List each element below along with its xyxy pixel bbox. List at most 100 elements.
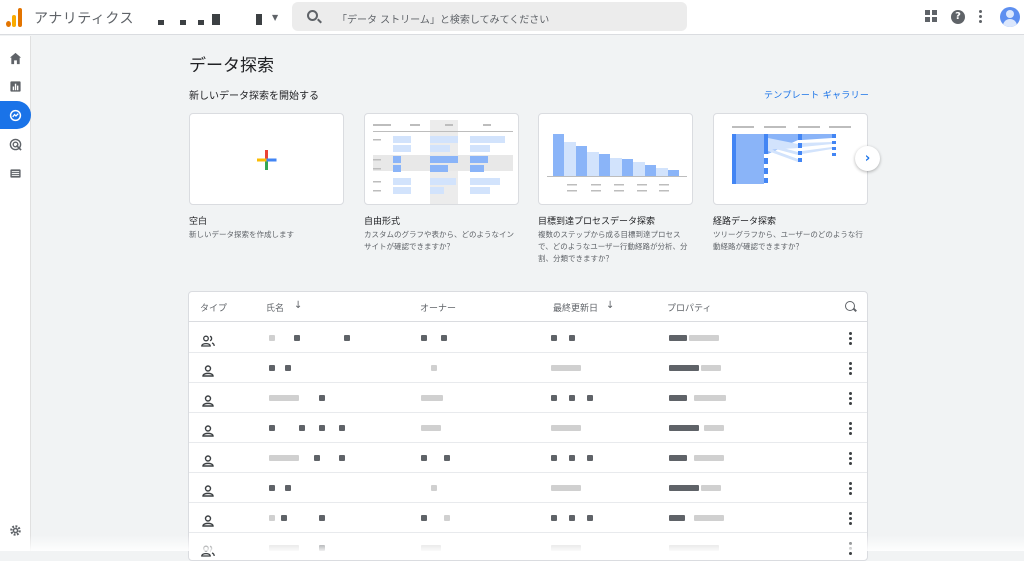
nav-home[interactable] [0, 44, 31, 72]
template-desc-path: ツリーグラフから、ユーザーのどのような行動経路が確認できますか？ [713, 229, 868, 253]
redacted-text [281, 515, 287, 521]
template-card-freeform[interactable] [364, 113, 519, 205]
redacted-text [421, 425, 441, 431]
redacted-text [669, 455, 687, 461]
list-icon [9, 167, 22, 180]
redacted-text [319, 395, 325, 401]
redacted-text [701, 365, 721, 371]
template-title-funnel: 目標到達プロセスデータ探索 [538, 214, 655, 227]
side-nav [0, 36, 31, 551]
redacted-text [431, 365, 437, 371]
apps-icon[interactable] [925, 10, 937, 22]
more-vert-icon[interactable] [849, 512, 852, 525]
table-row[interactable] [189, 323, 868, 353]
redacted-text [669, 485, 699, 491]
redacted-text [444, 455, 450, 461]
column-header-owner[interactable]: オーナー [420, 301, 456, 314]
more-vert-icon[interactable] [849, 332, 852, 345]
shared-users-icon [201, 332, 215, 344]
avatar[interactable] [1000, 7, 1020, 27]
table-row[interactable] [189, 413, 868, 443]
nav-reports[interactable] [0, 72, 31, 100]
more-vert-icon[interactable] [849, 482, 852, 495]
account-selector[interactable]: ▼ [150, 6, 280, 30]
carousel-next-button[interactable]: › [855, 146, 880, 171]
column-header-name[interactable]: 氏名 [266, 301, 284, 314]
column-header-property[interactable]: プロパティ [667, 301, 711, 314]
redacted-text [551, 365, 581, 371]
redacted-text [569, 515, 575, 521]
table-row[interactable] [189, 443, 868, 473]
table-header: タイプ 氏名 ↓ オーナー 最終更新日 ↓ プロパティ [189, 292, 868, 322]
redacted-text [269, 455, 299, 461]
more-vert-icon[interactable] [849, 362, 852, 375]
chevron-down-icon: ▼ [272, 13, 278, 22]
redacted-text [569, 335, 575, 341]
template-title-freeform: 自由形式 [364, 214, 400, 227]
person-icon [201, 452, 215, 464]
target-icon [9, 138, 22, 151]
redacted-text [441, 335, 447, 341]
table-row[interactable] [189, 503, 868, 533]
person-icon [201, 512, 215, 524]
redacted-text [444, 515, 450, 521]
more-vert-icon[interactable] [849, 452, 852, 465]
redacted-text [421, 395, 443, 401]
redacted-text [669, 365, 699, 371]
redacted-text [319, 425, 325, 431]
analytics-logo[interactable] [6, 7, 24, 27]
column-header-last-modified[interactable]: 最終更新日 [553, 301, 598, 314]
more-vert-icon[interactable] [849, 392, 852, 405]
template-card-path[interactable] [713, 113, 868, 205]
nav-advertising[interactable] [0, 130, 31, 158]
chevron-right-icon: › [865, 151, 870, 166]
explore-icon [9, 109, 22, 122]
redacted-text [269, 425, 275, 431]
redacted-text [587, 515, 593, 521]
redacted-text [269, 365, 275, 371]
template-card-blank[interactable] [189, 113, 344, 205]
redacted-text [551, 425, 581, 431]
explorations-table: タイプ 氏名 ↓ オーナー 最終更新日 ↓ プロパティ [188, 291, 868, 561]
column-header-type[interactable]: タイプ [200, 301, 227, 314]
template-title-path: 経路データ探索 [713, 214, 776, 227]
redacted-text [694, 455, 724, 461]
more-vert-icon[interactable] [979, 10, 983, 23]
funnel-thumbnail [539, 114, 693, 205]
redacted-text [569, 395, 575, 401]
freeform-thumbnail [365, 114, 519, 205]
redacted-text [587, 455, 593, 461]
search-bar[interactable]: 「データ ストリーム」と検索してみてください [292, 2, 687, 31]
redacted-text [694, 395, 726, 401]
nav-explore[interactable] [0, 101, 31, 129]
redacted-text [587, 395, 593, 401]
table-row[interactable] [189, 383, 868, 413]
help-icon[interactable]: ? [951, 10, 965, 24]
search-icon[interactable] [845, 301, 855, 311]
top-bar: アナリティクス ▼ 「データ ストリーム」と検索してみてください ? [0, 0, 1024, 35]
redacted-text [551, 515, 557, 521]
redacted-text [344, 335, 350, 341]
redacted-text [431, 485, 437, 491]
redacted-text [269, 515, 275, 521]
arrow-down-icon[interactable]: ↓ [606, 300, 614, 311]
redacted-text [669, 515, 685, 521]
redacted-text [339, 455, 345, 461]
person-icon [201, 362, 215, 374]
redacted-text [269, 395, 299, 401]
template-card-funnel[interactable] [538, 113, 693, 205]
page-title: データ探索 [189, 51, 274, 76]
nav-configure[interactable] [0, 159, 31, 187]
redacted-text [421, 335, 427, 341]
app-title: アナリティクス [34, 8, 134, 28]
arrow-down-icon[interactable]: ↓ [294, 300, 302, 311]
template-gallery-link[interactable]: テンプレート ギャラリー [764, 88, 869, 101]
table-row[interactable] [189, 473, 868, 503]
search-placeholder: 「データ ストリーム」と検索してみてください [337, 11, 549, 26]
table-row[interactable] [189, 353, 868, 383]
section-title: 新しいデータ探索を開始する [189, 87, 319, 102]
more-vert-icon[interactable] [849, 422, 852, 435]
bar-chart-icon [9, 80, 22, 93]
home-icon [9, 52, 22, 65]
redacted-text [319, 515, 325, 521]
